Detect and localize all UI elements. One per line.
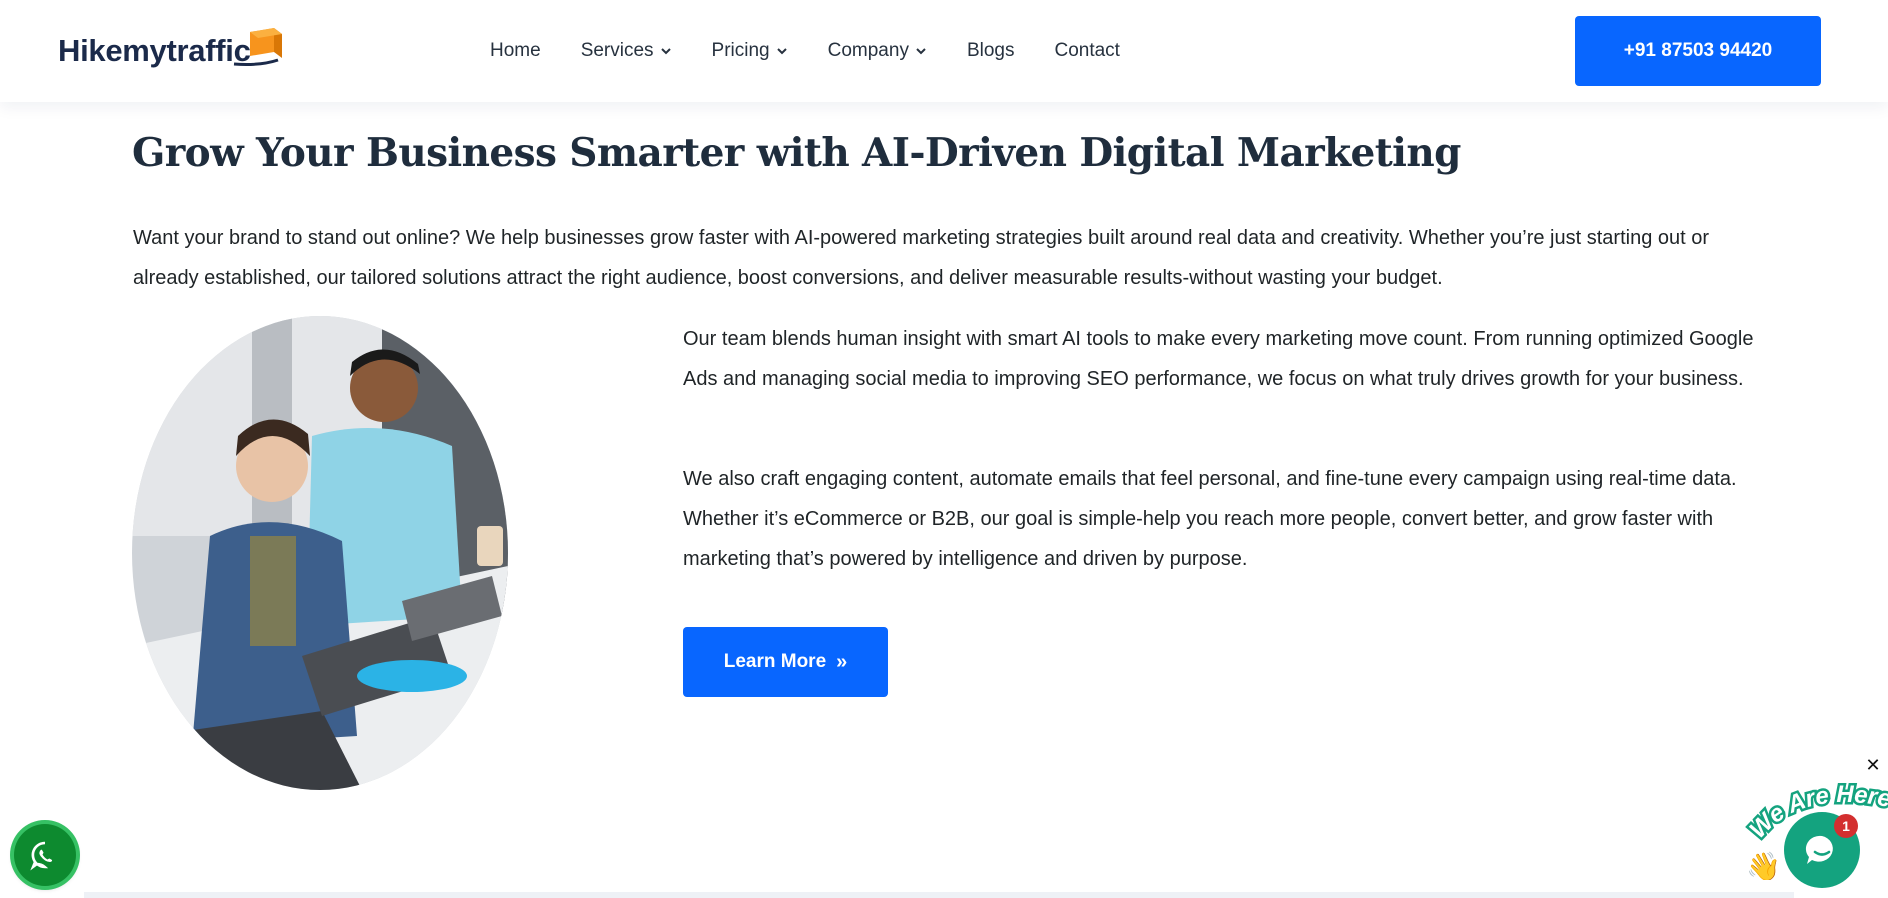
nav-contact[interactable]: Contact xyxy=(1054,38,1119,64)
chevron-down-icon xyxy=(916,48,926,55)
nav-services[interactable]: Services xyxy=(581,38,672,64)
section-divider xyxy=(84,892,1794,898)
nav-company-label: Company xyxy=(827,40,909,61)
content-paragraph: We also craft engaging content, automate… xyxy=(683,468,1737,570)
nav-company[interactable]: Company xyxy=(828,38,927,64)
chat-notification-badge: 1 xyxy=(1834,814,1858,838)
nav-services-label: Services xyxy=(580,40,654,61)
site-header: Hikemytraffic Home Services Pricing Comp… xyxy=(0,0,1888,102)
intro-paragraph: Want your brand to stand out online? We … xyxy=(133,227,1710,289)
page-title: Grow Your Business Smarter with AI-Drive… xyxy=(132,130,1461,176)
brand-name: Hikemytraffic xyxy=(58,33,251,68)
whatsapp-button[interactable] xyxy=(14,824,76,886)
brand-logo[interactable]: Hikemytraffic xyxy=(58,26,282,76)
nav-pricing[interactable]: Pricing xyxy=(712,38,788,64)
chat-bubble-icon xyxy=(1805,835,1833,864)
chat-close-icon[interactable]: ✕ xyxy=(1864,756,1882,774)
phone-button[interactable]: +91 87503 94420 xyxy=(1575,16,1821,86)
nav-blogs-label: Blogs xyxy=(966,40,1015,61)
nav-blogs[interactable]: Blogs xyxy=(967,38,1015,64)
team-photo-illustration xyxy=(132,316,508,790)
whatsapp-icon xyxy=(30,841,53,871)
wave-hand-icon: 👋 xyxy=(1746,851,1781,880)
nav-home-label: Home xyxy=(490,40,541,61)
team-paragraph: Our team blends human insight with smart… xyxy=(683,328,1754,390)
learn-more-label: Learn More xyxy=(723,651,827,672)
nav-pricing-label: Pricing xyxy=(711,40,770,61)
main-nav: Home Services Pricing Company Blogs Cont… xyxy=(490,38,1160,64)
nav-contact-label: Contact xyxy=(1054,40,1120,61)
team-photo xyxy=(132,316,508,790)
learn-more-button[interactable]: Learn More » xyxy=(683,627,888,697)
chevron-down-icon xyxy=(660,48,671,55)
double-chevron-right-icon: » xyxy=(836,650,848,673)
logo-cube-icon xyxy=(233,28,282,66)
chevron-down-icon xyxy=(776,48,787,55)
nav-home[interactable]: Home xyxy=(490,38,541,64)
